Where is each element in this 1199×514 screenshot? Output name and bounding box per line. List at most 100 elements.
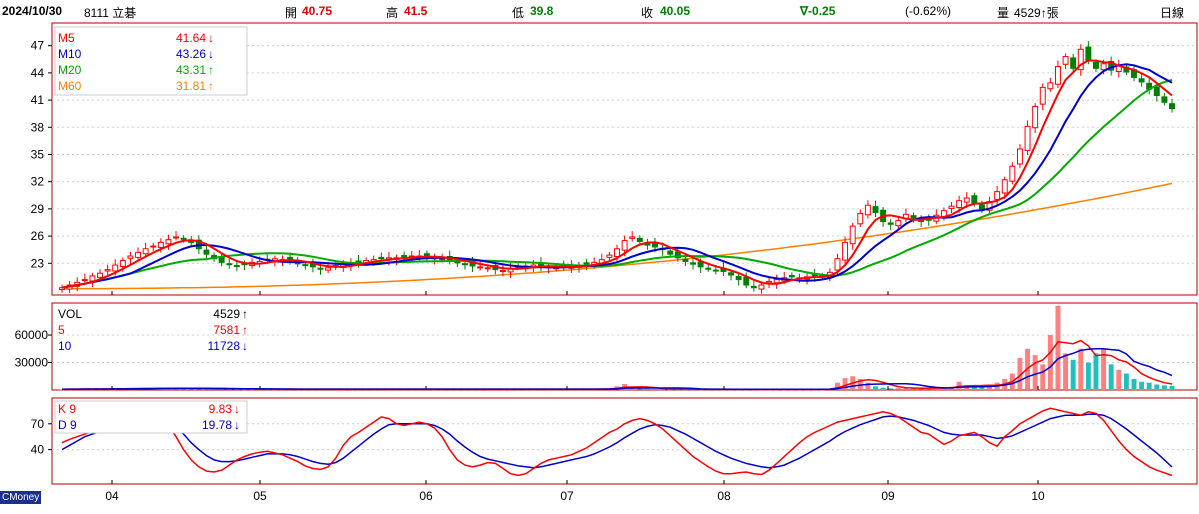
candle-body <box>1024 125 1031 151</box>
volume-bar <box>1055 305 1061 389</box>
kd-tick-label: 40 <box>31 443 45 457</box>
candle-body <box>1009 165 1016 182</box>
volume-bar <box>1085 362 1091 389</box>
volume-legend-name: 5 <box>58 323 65 337</box>
volume-bar <box>1154 384 1160 389</box>
candle-body <box>606 254 613 258</box>
candle-body <box>477 266 484 269</box>
candle-body <box>849 225 856 245</box>
candle-body <box>233 265 240 268</box>
candle-body <box>119 260 126 267</box>
candle-body <box>690 262 696 265</box>
volume-bar <box>1169 385 1175 389</box>
volume-bar <box>1032 355 1038 389</box>
price-legend-box <box>54 26 248 96</box>
price-legend-name: M60 <box>58 79 82 93</box>
candle-body <box>963 197 970 203</box>
volume-bar <box>1139 381 1145 389</box>
volume-legend-name: 10 <box>58 339 72 353</box>
candle-body <box>165 239 172 245</box>
candle-body <box>203 249 210 255</box>
candle-body <box>743 276 750 286</box>
price-legend-name: M5 <box>58 31 75 45</box>
candle-body <box>956 200 963 209</box>
volume-bar <box>1047 335 1053 389</box>
volume-bar <box>1123 373 1129 389</box>
month-label: 10 <box>1031 489 1045 503</box>
candle-body <box>842 241 849 261</box>
volume-bar <box>1093 353 1099 389</box>
volume-bar <box>895 388 901 390</box>
candle-body <box>1138 78 1145 83</box>
candle-body <box>636 237 643 243</box>
price-legend-arrow: ↑ <box>208 79 214 93</box>
candle-body <box>834 258 841 271</box>
kd-legend-name: K 9 <box>58 402 76 416</box>
volume-bar <box>644 388 650 390</box>
stock-chart-svg: 23 26 29 32 35 38 41 44 47 04 05 06 07 08 09 10 30000 600… <box>15 22 1198 503</box>
month-label: 08 <box>717 489 731 503</box>
month-label: 06 <box>419 489 433 503</box>
candle-body <box>461 263 468 266</box>
price-legend-value: 43.31 <box>176 63 206 77</box>
month-label: 09 <box>881 489 895 503</box>
candle-body <box>994 191 1001 200</box>
candle-body <box>948 205 955 209</box>
price-tick-label: 29 <box>31 202 45 216</box>
candle-body <box>705 267 712 270</box>
legends-group: M5 41.64 ↓M10 43.26 ↓M20 43.31 ↑M60 31.81 ↑VOL 45… <box>54 26 248 434</box>
volume-bar <box>880 387 886 389</box>
candle-body <box>1032 105 1039 129</box>
candle-body <box>302 264 309 267</box>
candle-body <box>971 195 978 204</box>
volume-bar <box>1063 353 1069 389</box>
candle-body <box>978 204 985 210</box>
candle-body <box>1062 56 1069 65</box>
price-tick-label: 38 <box>31 120 45 134</box>
candle-body <box>910 215 917 219</box>
kd-legend-arrow: ↓ <box>234 402 240 416</box>
price-legend-arrow: ↓ <box>208 47 214 61</box>
candle-body <box>1054 66 1061 85</box>
candle-body <box>454 261 461 264</box>
volume-tick-label: 30000 <box>15 356 49 370</box>
candle-body <box>173 236 180 239</box>
price-tick-label: 47 <box>31 39 45 53</box>
candle-body <box>142 248 149 255</box>
month-label: 07 <box>560 489 574 503</box>
candle-body <box>1085 46 1092 62</box>
candle-body <box>112 264 119 272</box>
volume-bar <box>652 388 658 390</box>
candle-body <box>104 269 111 272</box>
kd-legend-name: D 9 <box>58 418 77 432</box>
candle-body <box>629 236 636 239</box>
kd-legend-value: 9.83 <box>209 402 233 416</box>
candle-body <box>484 267 491 270</box>
candle-body <box>682 258 689 262</box>
candle-body <box>773 279 780 284</box>
candle-body <box>180 237 187 240</box>
price-legend-value: 43.26 <box>176 47 206 61</box>
candle-body <box>788 275 795 278</box>
candle-body <box>1169 103 1175 110</box>
volume-legend-name: VOL <box>58 307 82 321</box>
month-label: 04 <box>105 489 119 503</box>
price-legend-value: 41.64 <box>176 31 206 45</box>
price-tick-label: 26 <box>31 229 45 243</box>
candle-body <box>1161 96 1168 103</box>
brand-logo: CMoney <box>0 491 42 504</box>
volume-bar <box>1070 359 1076 389</box>
volume-bar <box>1146 382 1152 389</box>
volume-bar <box>873 386 878 389</box>
price-legend-arrow: ↓ <box>208 31 214 45</box>
candle-body <box>1093 61 1099 69</box>
candle-body <box>621 240 628 251</box>
candle-body <box>135 251 141 258</box>
candle-body <box>157 241 164 248</box>
candle-body <box>697 261 704 268</box>
month-label: 05 <box>253 489 267 503</box>
candle-body <box>735 275 742 281</box>
candle-body <box>89 275 96 282</box>
candle-body <box>127 255 134 259</box>
candle-body <box>317 267 324 270</box>
